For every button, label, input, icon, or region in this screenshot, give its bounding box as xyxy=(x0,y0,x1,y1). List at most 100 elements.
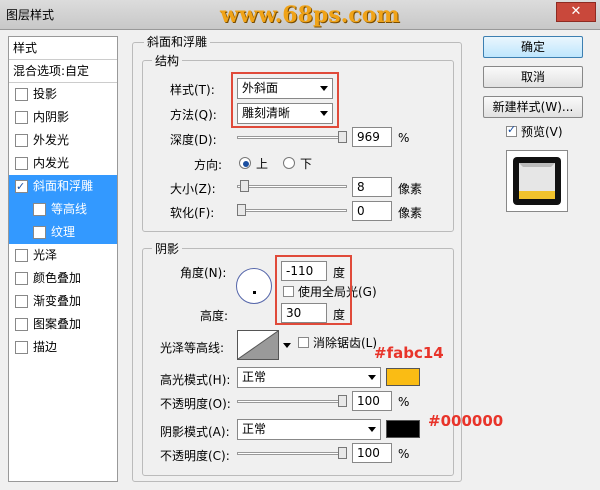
shadow-opacity-thumb[interactable] xyxy=(338,447,347,459)
gloss-contour-preview[interactable] xyxy=(237,330,279,360)
checkbox-icon[interactable] xyxy=(15,111,28,124)
checkbox-icon[interactable] xyxy=(15,318,28,331)
checkbox-icon[interactable] xyxy=(15,341,28,354)
watermark: www.68ps.com xyxy=(220,2,400,28)
soften-label: 软化(F): xyxy=(170,206,215,220)
angle-label: 角度(N): xyxy=(180,266,227,280)
highlight-opacity-input[interactable]: 100 xyxy=(352,391,392,411)
highlight-mode-select[interactable]: 正常 xyxy=(237,367,381,388)
sidebar-item-label: 内发光 xyxy=(33,156,70,170)
sidebar-item-5[interactable]: 内发光 xyxy=(9,152,117,175)
style-preview-thumbnail xyxy=(506,150,568,212)
anti-alias-checkbox[interactable] xyxy=(298,337,309,348)
sidebar-item-label: 图案叠加 xyxy=(33,317,82,331)
checkbox-icon[interactable] xyxy=(15,272,28,285)
checkbox-icon[interactable] xyxy=(15,295,28,308)
sidebar-item-label: 样式 xyxy=(13,41,38,55)
highlight-opacity-label: 不透明度(O): xyxy=(160,397,231,411)
bevel-preview-icon xyxy=(513,157,561,205)
sidebar-item-1[interactable]: 混合选项:自定 xyxy=(9,60,117,83)
depth-slider-thumb[interactable] xyxy=(338,131,347,143)
checkbox-icon[interactable] xyxy=(33,226,46,239)
shadow-opacity-label: 不透明度(C): xyxy=(160,449,230,463)
chevron-down-icon xyxy=(283,343,291,348)
sidebar-item-12[interactable]: 图案叠加 xyxy=(9,313,117,336)
sidebar-item-label: 外发光 xyxy=(33,133,70,147)
sidebar-item-8[interactable]: 纹理 xyxy=(9,221,117,244)
sidebar-item-label: 混合选项:自定 xyxy=(13,64,90,78)
new-style-button[interactable]: 新建样式(W)... xyxy=(483,96,583,118)
sidebar-item-label: 投影 xyxy=(33,87,58,101)
sidebar-item-label: 渐变叠加 xyxy=(33,294,82,308)
size-input[interactable]: 8 xyxy=(352,177,392,197)
contour-curve-icon xyxy=(237,330,279,360)
preview-checkbox[interactable]: ✓ xyxy=(506,123,517,137)
sidebar-item-label: 光泽 xyxy=(33,248,58,262)
direction-up-label: 上 xyxy=(256,157,269,171)
size-slider-thumb[interactable] xyxy=(240,180,250,192)
highlight-opacity-unit: % xyxy=(398,395,410,409)
chevron-down-icon xyxy=(368,427,376,432)
gloss-contour-dropdown[interactable] xyxy=(282,333,292,359)
depth-input[interactable]: 969 xyxy=(352,127,392,147)
sidebar-item-9[interactable]: 光泽 xyxy=(9,244,117,267)
direction-down-label: 下 xyxy=(300,157,313,171)
sidebar-item-4[interactable]: 外发光 xyxy=(9,129,117,152)
highlight-opacity-thumb[interactable] xyxy=(338,395,347,407)
style-highlight-box xyxy=(231,72,339,128)
gloss-contour-label: 光泽等高线: xyxy=(160,341,225,355)
sidebar-item-label: 内阴影 xyxy=(33,110,70,124)
window-title: 图层样式 xyxy=(6,8,55,22)
structure-title: 结构 xyxy=(152,52,183,69)
checkbox-icon[interactable] xyxy=(15,88,28,101)
soften-slider-thumb[interactable] xyxy=(237,204,246,216)
altitude-label: 高度: xyxy=(200,309,229,323)
highlight-color-swatch[interactable] xyxy=(386,368,420,386)
chevron-down-icon xyxy=(368,375,376,380)
cancel-button[interactable]: 取消 xyxy=(483,66,583,88)
sidebar-item-10[interactable]: 颜色叠加 xyxy=(9,267,117,290)
angle-highlight-box xyxy=(275,255,352,325)
title-bar: 图层样式 www.68ps.com ✕ xyxy=(0,0,600,30)
close-button[interactable]: ✕ xyxy=(556,2,596,22)
angle-dial-center-icon xyxy=(253,291,256,294)
sidebar-item-label: 颜色叠加 xyxy=(33,271,82,285)
styles-list: 样式混合选项:自定投影内阴影外发光内发光斜面和浮雕等高线纹理光泽颜色叠加渐变叠加… xyxy=(8,36,118,482)
sidebar-item-13[interactable]: 描边 xyxy=(9,336,117,359)
style-label: 样式(T): xyxy=(170,83,215,97)
ok-button[interactable]: 确定 xyxy=(483,36,583,58)
size-slider-track[interactable] xyxy=(237,185,347,188)
checkbox-icon[interactable] xyxy=(33,203,46,216)
depth-slider-track[interactable] xyxy=(237,136,347,139)
highlight-opacity-track[interactable] xyxy=(237,400,347,403)
bevel-section-title: 斜面和浮雕 xyxy=(144,33,211,50)
checkbox-icon[interactable] xyxy=(15,134,28,147)
sidebar-item-6[interactable]: 斜面和浮雕 xyxy=(9,175,117,198)
shadow-opacity-track[interactable] xyxy=(237,452,347,455)
shadow-mode-label: 阴影模式(A): xyxy=(160,425,230,439)
sidebar-item-11[interactable]: 渐变叠加 xyxy=(9,290,117,313)
sidebar-item-2[interactable]: 投影 xyxy=(9,83,117,106)
shadow-color-swatch[interactable] xyxy=(386,420,420,438)
shadow-mode-select[interactable]: 正常 xyxy=(237,419,381,440)
checkbox-icon[interactable] xyxy=(15,176,28,198)
sidebar-item-7[interactable]: 等高线 xyxy=(9,198,117,221)
checkmark-icon: ✓ xyxy=(507,123,517,136)
shadow-opacity-input[interactable]: 100 xyxy=(352,443,392,463)
shadow-opacity-unit: % xyxy=(398,447,410,461)
checkbox-icon[interactable] xyxy=(15,249,28,262)
technique-label: 方法(Q): xyxy=(170,108,217,122)
soften-slider-track[interactable] xyxy=(237,209,347,212)
direction-up-radio[interactable] xyxy=(239,157,251,169)
shadow-mode-value: 正常 xyxy=(242,422,267,436)
depth-unit: % xyxy=(398,131,410,145)
checkbox-icon[interactable] xyxy=(15,157,28,170)
angle-dial[interactable] xyxy=(236,268,272,304)
sidebar-item-0[interactable]: 样式 xyxy=(9,37,117,60)
sidebar-item-label: 描边 xyxy=(33,340,58,354)
highlight-color-annotation: #fabc14 xyxy=(374,344,444,362)
sidebar-item-label: 斜面和浮雕 xyxy=(33,179,94,193)
soften-input[interactable]: 0 xyxy=(352,201,392,221)
direction-down-radio[interactable] xyxy=(283,157,295,169)
sidebar-item-3[interactable]: 内阴影 xyxy=(9,106,117,129)
